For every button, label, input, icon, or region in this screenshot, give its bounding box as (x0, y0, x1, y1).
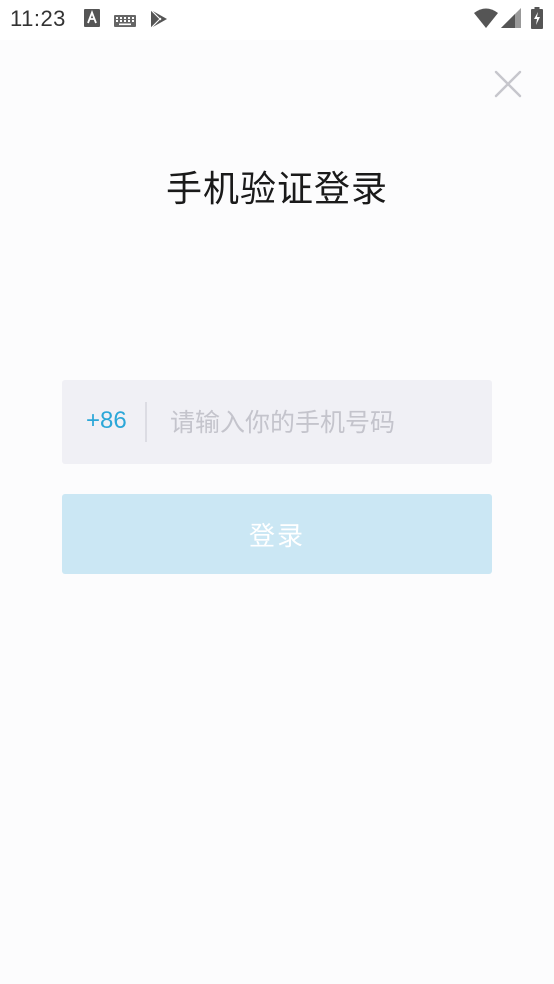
close-button[interactable] (490, 66, 526, 102)
play-store-icon (150, 9, 168, 33)
status-time: 11:23 (10, 6, 66, 31)
close-icon (494, 70, 522, 98)
field-divider (145, 402, 147, 442)
login-button[interactable]: 登录 (62, 494, 492, 574)
status-bar: 11:23 (0, 0, 554, 40)
wifi-icon (474, 8, 498, 32)
country-code-selector[interactable]: +86 (86, 407, 127, 435)
phone-number-input[interactable] (170, 398, 470, 446)
phone-field: +86 (62, 380, 492, 464)
login-screen: 11:23 手机验证登录 +86 请输入你的手机号码 登录 (0, 0, 554, 984)
page-title: 手机验证登录 (165, 169, 388, 210)
a-badge-icon (84, 9, 100, 31)
signal-icon (501, 8, 521, 32)
keyboard-icon (114, 12, 136, 31)
battery-charging-icon (531, 7, 543, 33)
